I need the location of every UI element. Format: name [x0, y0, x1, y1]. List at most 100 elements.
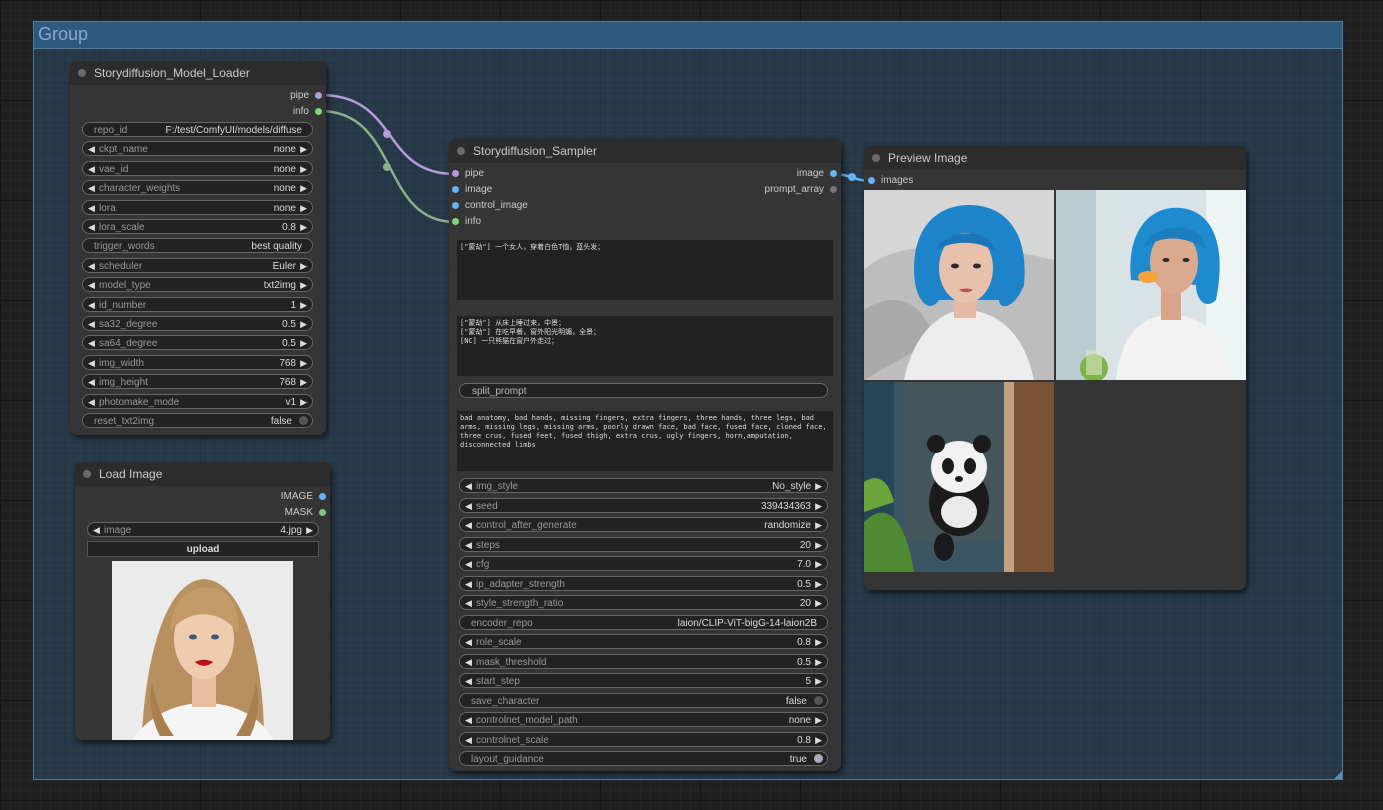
right-arrow-icon[interactable]: ▶ — [815, 713, 822, 728]
toggle-knob-icon[interactable] — [299, 416, 308, 425]
output-slot-prompt-array[interactable]: prompt_array — [765, 183, 837, 197]
output-slot-pipe[interactable]: pipe — [290, 89, 322, 103]
collapse-dot-icon[interactable] — [457, 147, 465, 155]
image-dot-icon[interactable] — [319, 492, 326, 500]
widget-mask-threshold[interactable]: ◀ mask_threshold 0.5 ▶ — [459, 653, 828, 670]
right-arrow-icon[interactable]: ▶ — [300, 395, 307, 410]
widget-ip-adapter-strength[interactable]: ◀ ip_adapter_strength 0.5 ▶ — [459, 575, 828, 591]
right-arrow-icon[interactable]: ▶ — [300, 336, 307, 351]
right-arrow-icon[interactable]: ▶ — [815, 635, 822, 650]
toggle-knob-icon[interactable] — [814, 754, 823, 763]
left-arrow-icon[interactable]: ◀ — [88, 336, 95, 351]
pipe-dot-icon[interactable] — [452, 169, 459, 177]
preview-image-1[interactable] — [864, 190, 1054, 380]
model-loader-header[interactable]: Storydiffusion_Model_Loader — [70, 61, 326, 85]
right-arrow-icon[interactable]: ▶ — [306, 523, 313, 538]
widget-img-width[interactable]: ◀ img_width 768 ▶ — [82, 354, 313, 371]
widget-photomake-mode[interactable]: ◀ photomake_mode v1 ▶ — [82, 393, 313, 410]
right-arrow-icon[interactable]: ▶ — [815, 479, 822, 494]
right-arrow-icon[interactable]: ▶ — [815, 538, 822, 553]
mask-dot-icon[interactable] — [319, 508, 326, 516]
right-arrow-icon[interactable]: ▶ — [815, 596, 822, 611]
input-slot-images[interactable]: images — [868, 174, 913, 188]
left-arrow-icon[interactable]: ◀ — [465, 596, 472, 611]
right-arrow-icon[interactable]: ▶ — [300, 220, 307, 235]
preview-image-header[interactable]: Preview Image — [864, 146, 1246, 170]
left-arrow-icon[interactable]: ◀ — [465, 557, 472, 572]
widget-role-scale[interactable]: ◀ role_scale 0.8 ▶ — [459, 634, 828, 649]
right-arrow-icon[interactable]: ▶ — [300, 298, 307, 313]
widget-encoder-repo[interactable]: encoder_repo laion/CLIP-ViT-bigG-14-laion… — [459, 614, 828, 630]
widget-character-weights[interactable]: ◀ character_weights none ▶ — [82, 180, 313, 196]
widget-trigger-words[interactable]: trigger_words best quality — [82, 238, 313, 254]
left-arrow-icon[interactable]: ◀ — [88, 259, 95, 274]
image-select[interactable]: ◀ image 4.jpg ▶ — [87, 522, 319, 537]
left-arrow-icon[interactable]: ◀ — [88, 395, 95, 410]
left-arrow-icon[interactable]: ◀ — [88, 298, 95, 313]
left-arrow-icon[interactable]: ◀ — [465, 655, 472, 670]
model-loader-node[interactable]: Storydiffusion_Model_Loader pipe info re… — [70, 61, 326, 435]
left-arrow-icon[interactable]: ◀ — [465, 518, 472, 533]
left-arrow-icon[interactable]: ◀ — [88, 201, 95, 216]
left-arrow-icon[interactable]: ◀ — [465, 635, 472, 650]
collapse-dot-icon[interactable] — [83, 470, 91, 478]
widget-id-number[interactable]: ◀ id_number 1 ▶ — [82, 296, 313, 313]
right-arrow-icon[interactable]: ▶ — [300, 162, 307, 177]
right-arrow-icon[interactable]: ▶ — [300, 278, 307, 293]
left-arrow-icon[interactable]: ◀ — [88, 181, 95, 196]
scene-prompts-textarea[interactable]: ["蒙劫"] 从床上睡过来，中景； ["蒙劫"] 在吃早餐，窗外阳光明媚，全景；… — [457, 316, 833, 376]
right-arrow-icon[interactable]: ▶ — [815, 557, 822, 572]
widget-layout-guidance[interactable]: layout_guidance true — [459, 751, 828, 766]
info-dot-icon[interactable] — [315, 107, 322, 115]
widget-sa32-degree[interactable]: ◀ sa32_degree 0.5 ▶ — [82, 316, 313, 331]
right-arrow-icon[interactable]: ▶ — [815, 674, 822, 689]
left-arrow-icon[interactable]: ◀ — [88, 278, 95, 293]
widget-control-after-generate[interactable]: ◀ control_after_generate randomize ▶ — [459, 517, 828, 532]
right-arrow-icon[interactable]: ▶ — [300, 317, 307, 332]
right-arrow-icon[interactable]: ▶ — [300, 356, 307, 371]
output-slot-info[interactable]: info — [293, 105, 322, 119]
left-arrow-icon[interactable]: ◀ — [88, 162, 95, 177]
right-arrow-icon[interactable]: ▶ — [300, 375, 307, 390]
widget-vae-id[interactable]: ◀ vae_id none ▶ — [82, 160, 313, 177]
left-arrow-icon[interactable]: ◀ — [88, 375, 95, 390]
group-header[interactable]: Group — [34, 22, 1342, 49]
preview-image-3[interactable] — [864, 382, 1054, 572]
output-slot-mask[interactable]: MASK — [285, 506, 326, 520]
widget-model-type[interactable]: ◀ model_type txt2img ▶ — [82, 277, 313, 293]
info-dot-icon[interactable] — [452, 217, 459, 225]
widget-ckpt-name[interactable]: ◀ ckpt_name none ▶ — [82, 141, 313, 157]
widget-steps[interactable]: ◀ steps 20 ▶ — [459, 536, 828, 553]
widget-style-strength-ratio[interactable]: ◀ style_strength_ratio 20 ▶ — [459, 595, 828, 610]
pipe-dot-icon[interactable] — [315, 91, 322, 99]
right-arrow-icon[interactable]: ▶ — [300, 259, 307, 274]
left-arrow-icon[interactable]: ◀ — [465, 713, 472, 728]
widget-cfg[interactable]: ◀ cfg 7.0 ▶ — [459, 556, 828, 571]
right-arrow-icon[interactable]: ▶ — [300, 201, 307, 216]
output-slot-image[interactable]: IMAGE — [281, 490, 326, 504]
images-dot-icon[interactable] — [868, 176, 875, 184]
widget-img-height[interactable]: ◀ img_height 768 ▶ — [82, 374, 313, 390]
widget-save-character[interactable]: save_character false — [459, 692, 828, 708]
left-arrow-icon[interactable]: ◀ — [88, 220, 95, 235]
widget-start-step[interactable]: ◀ start_step 5 ▶ — [459, 673, 828, 688]
input-slot-control-image[interactable]: control_image — [452, 199, 528, 213]
sampler-header[interactable]: Storydiffusion_Sampler — [449, 139, 841, 163]
widget-lora-scale[interactable]: ◀ lora_scale 0.8 ▶ — [82, 219, 313, 234]
preview-image-node[interactable]: Preview Image images — [864, 146, 1246, 590]
toggle-knob-icon[interactable] — [814, 695, 823, 705]
widget-scheduler[interactable]: ◀ scheduler Euler ▶ — [82, 257, 313, 274]
group-resize-handle[interactable] — [1334, 771, 1342, 779]
right-arrow-icon[interactable]: ▶ — [815, 655, 822, 670]
left-arrow-icon[interactable]: ◀ — [465, 479, 472, 494]
left-arrow-icon[interactable]: ◀ — [465, 733, 472, 748]
widget-controlnet-scale[interactable]: ◀ controlnet_scale 0.8 ▶ — [459, 731, 828, 748]
split-prompt-input[interactable]: split_prompt — [459, 383, 828, 398]
control-image-dot-icon[interactable] — [452, 201, 459, 209]
widget-seed[interactable]: ◀ seed 339434363 ▶ — [459, 497, 828, 513]
input-slot-pipe[interactable]: pipe — [452, 167, 484, 181]
preview-image-2[interactable] — [1056, 190, 1246, 380]
load-image-header[interactable]: Load Image — [75, 462, 330, 486]
upload-button[interactable]: upload — [87, 541, 319, 557]
left-arrow-icon[interactable]: ◀ — [465, 538, 472, 553]
